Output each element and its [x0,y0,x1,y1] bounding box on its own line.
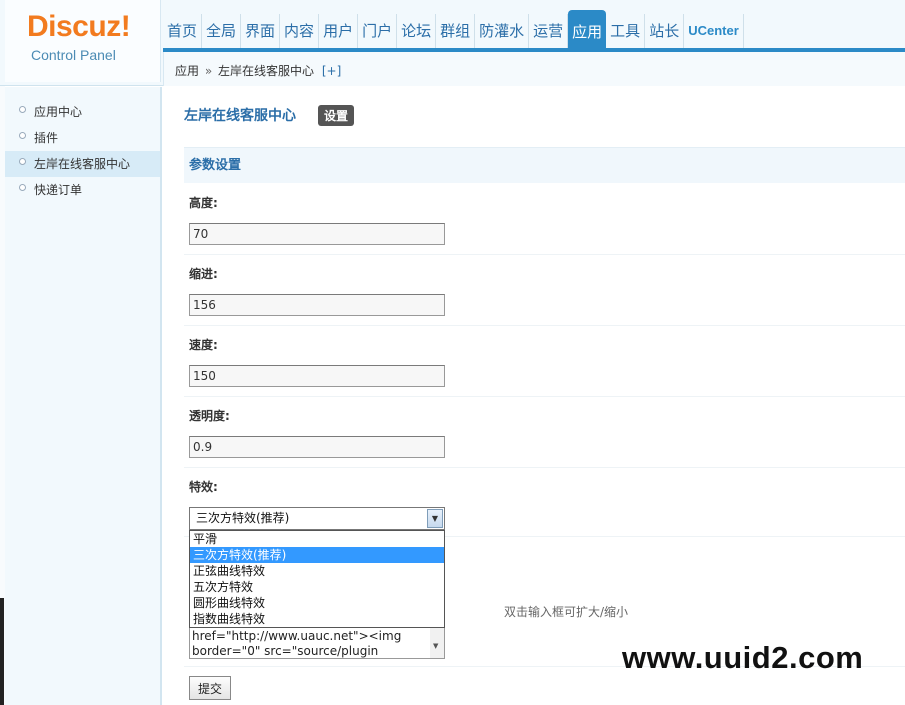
indent-label: 缩进: [189,267,218,281]
textarea-line: href="http://www.uauc.net"><img [192,629,402,643]
nav-interface[interactable]: 界面 [241,14,281,48]
speed-input[interactable] [189,365,445,387]
divider [184,396,905,397]
nav-webmaster[interactable]: 站长 [645,14,685,48]
title-row: 左岸在线客服中心 设置 [184,104,355,126]
sidebar-list: 应用中心 插件 左岸在线客服中心 快递订单 [5,87,160,203]
textarea-hint: 双击输入框可扩大/缩小 [504,605,629,619]
indent-input[interactable] [189,294,445,316]
dropdown-option-selected[interactable]: 三次方特效(推荐) [190,547,444,563]
nav-forum[interactable]: 论坛 [397,14,437,48]
divider [184,325,905,326]
height-input[interactable] [189,223,445,245]
dropdown-option[interactable]: 正弦曲线特效 [190,563,444,579]
logo-subtitle: Control Panel [31,47,116,63]
sidebar-item-label: 插件 [34,131,59,145]
height-label: 高度: [189,196,218,210]
page-title: 左岸在线客服中心 [184,108,296,124]
nav-tools[interactable]: 工具 [606,14,646,48]
sidebar-item-express-orders[interactable]: 快递订单 [5,177,160,203]
nav-antispam[interactable]: 防灌水 [475,14,530,48]
effect-selected-value: 三次方特效(推荐) [196,511,290,525]
nav-portal[interactable]: 门户 [358,14,398,48]
effect-label: 特效: [189,480,218,494]
nav-content[interactable]: 内容 [280,14,320,48]
settings-button[interactable]: 设置 [318,104,355,126]
dropdown-option[interactable]: 圆形曲线特效 [190,595,444,611]
breadcrumb-expand-button[interactable]: [+] [322,64,341,78]
breadcrumb-root[interactable]: 应用 [175,64,199,78]
watermark: www.uuid2.com [622,640,864,675]
opacity-input[interactable] [189,436,445,458]
sidebar-item-app-center[interactable]: 应用中心 [5,99,160,125]
sidebar-item-label: 左岸在线客服中心 [34,157,131,171]
breadcrumb-current: 左岸在线客服中心 [218,64,315,78]
scroll-down-icon[interactable]: ▼ [433,639,438,654]
sidebar-item-label: 应用中心 [34,105,83,119]
bullet-icon [19,184,26,191]
textarea-scrollbar[interactable]: ▼ [430,627,444,658]
code-textarea[interactable]: href="http://www.uauc.net"><img border="… [189,626,445,659]
effect-select[interactable]: 三次方特效(推荐) ▼ [189,507,445,530]
dropdown-option[interactable]: 五次方特效 [190,579,444,595]
nav-groups[interactable]: 群组 [436,14,476,48]
top-nav: 首页 全局 界面 内容 用户 门户 论坛 群组 防灌水 运营 应用 工具 站长 … [163,10,744,48]
logo-brand: Discuz [27,10,121,43]
header: Discuz! Control Panel 首页 全局 界面 内容 用户 门户 … [0,0,905,86]
sidebar-item-label: 快递订单 [34,183,83,197]
logo-bang: ! [120,10,131,43]
opacity-label: 透明度: [189,409,230,423]
nav-users[interactable]: 用户 [319,14,359,48]
submit-button[interactable]: 提交 [189,676,231,700]
dropdown-option[interactable]: 平滑 [190,531,444,547]
breadcrumb-separator: » [204,64,213,78]
speed-label: 速度: [189,338,218,352]
nav-home[interactable]: 首页 [163,14,203,48]
nav-apps[interactable]: 应用 [568,10,607,48]
bullet-icon [19,158,26,165]
nav-ucenter[interactable]: UCenter [684,14,744,48]
bullet-icon [19,132,26,139]
sidebar: 应用中心 插件 左岸在线客服中心 快递订单 [5,87,162,705]
sidebar-item-online-service[interactable]: 左岸在线客服中心 [5,151,160,177]
effect-dropdown-list: 平滑 三次方特效(推荐) 正弦曲线特效 五次方特效 圆形曲线特效 指数曲线特效 [189,530,445,628]
bullet-icon [19,106,26,113]
main-content: 左岸在线客服中心 设置 参数设置 高度: 缩进: 速度: 透明度: 特效: 三次… [164,87,905,705]
chevron-down-icon[interactable]: ▼ [427,509,443,528]
sidebar-item-plugins[interactable]: 插件 [5,125,160,151]
divider [184,467,905,468]
logo-title: Discuz! [27,10,131,44]
nav-operations[interactable]: 运营 [529,14,569,48]
breadcrumb: 应用 » 左岸在线客服中心 [+] [163,52,905,86]
divider [184,254,905,255]
textarea-line: border="0" src="source/plugin [192,644,379,658]
section-title: 参数设置 [184,147,905,183]
logo[interactable]: Discuz! Control Panel [5,0,161,82]
left-dark-strip [0,598,4,705]
dropdown-option[interactable]: 指数曲线特效 [190,611,444,627]
nav-global[interactable]: 全局 [202,14,242,48]
